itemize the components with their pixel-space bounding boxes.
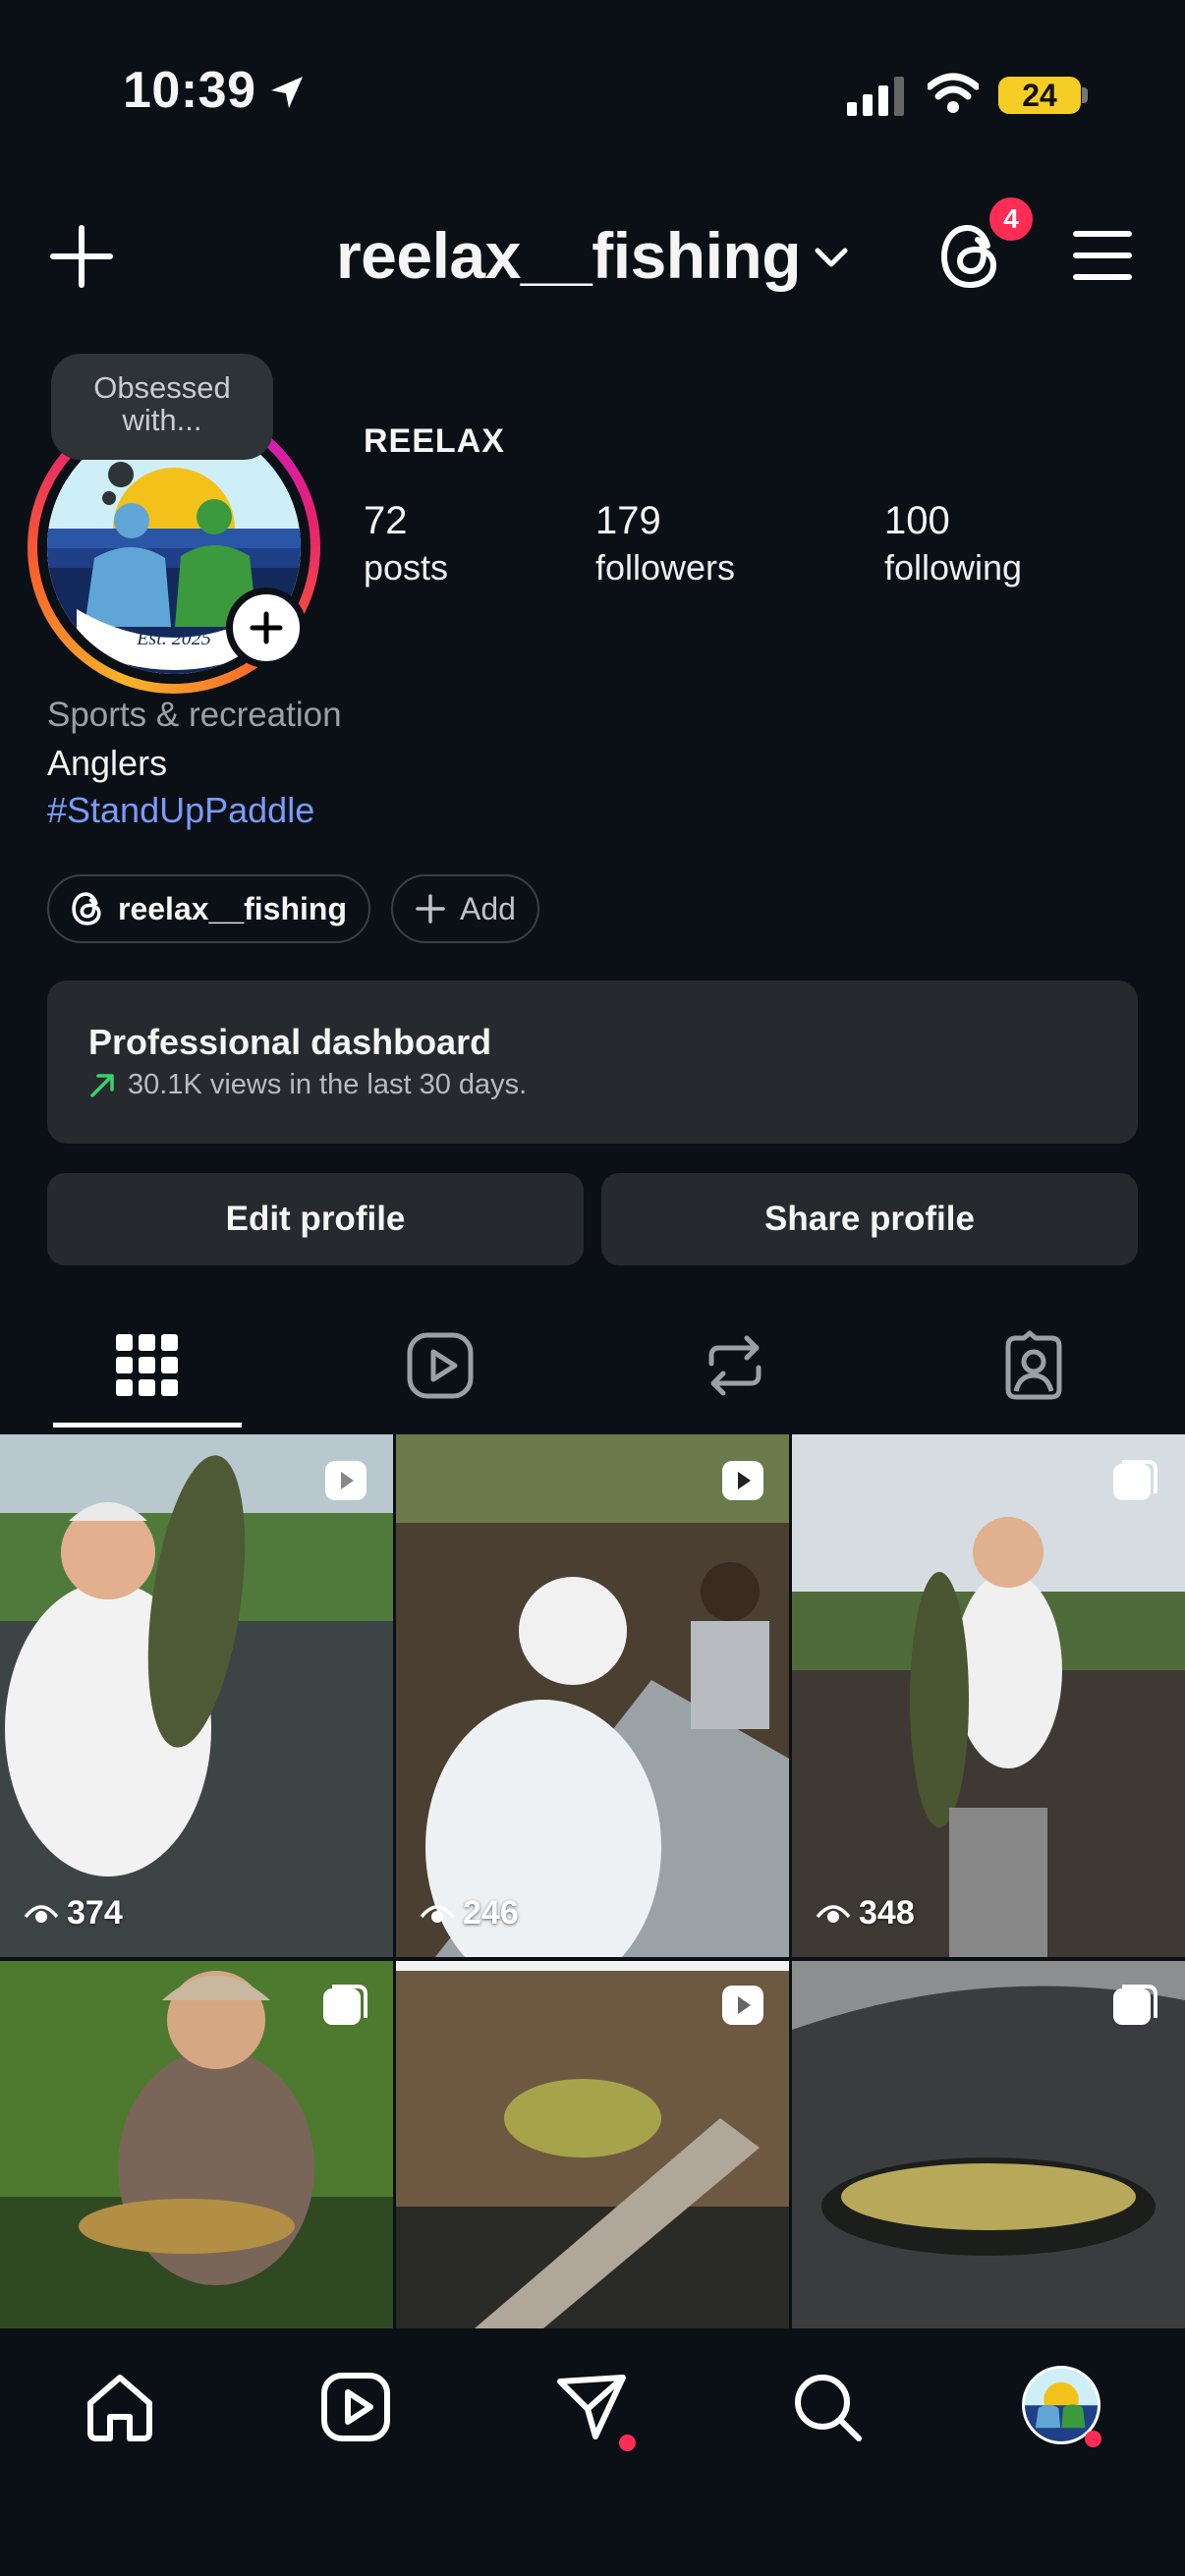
stat-value: 100: [884, 499, 950, 542]
stat-label: posts: [364, 547, 449, 588]
bio-text: Anglers: [47, 743, 168, 783]
add-link-pill[interactable]: Add: [391, 874, 539, 943]
display-name: REELAX: [364, 422, 505, 460]
stat-label: followers: [595, 547, 736, 588]
battery-indicator: 24: [998, 77, 1081, 114]
wifi-icon: [928, 73, 979, 113]
reel-indicator-icon: [722, 1461, 763, 1500]
profile-username[interactable]: reelax__fishing: [336, 218, 802, 293]
notification-badge: 4: [985, 193, 1038, 246]
reposts-tab-icon[interactable]: [700, 1330, 770, 1401]
dashboard-subtitle: 30.1K views in the last 30 days.: [128, 1069, 528, 1100]
carousel-indicator-icon: [1113, 1985, 1157, 2025]
stat-posts[interactable]: 72 posts: [364, 499, 448, 588]
location-arrow-icon: [271, 77, 303, 108]
stat-value: 72: [364, 499, 408, 542]
share-profile-button[interactable]: Share profile: [601, 1173, 1138, 1265]
post-thumbnail-image: [396, 1434, 789, 1957]
stat-following[interactable]: 100 following: [884, 499, 1022, 588]
carousel-indicator-icon: [1113, 1460, 1157, 1500]
profile-notification-dot: [1085, 2431, 1101, 2447]
eye-icon: [24, 1904, 59, 1923]
reels-tab-icon[interactable]: [405, 1330, 476, 1401]
grid-icon[interactable]: [112, 1330, 183, 1401]
status-time: 10:39: [123, 62, 256, 119]
plus-icon: [250, 611, 283, 644]
messages-icon[interactable]: [554, 2370, 629, 2444]
post-view-count: 246: [420, 1894, 519, 1932]
stat-followers[interactable]: 179 followers: [595, 499, 735, 588]
home-icon[interactable]: [83, 2370, 157, 2444]
post-thumbnail-image: [0, 1434, 393, 1957]
threads-pill-label: reelax__fishing: [118, 890, 347, 926]
profile-category: Sports & recreation: [47, 696, 342, 734]
note-bubble[interactable]: Obsessed with...: [51, 354, 273, 460]
carousel-indicator-icon: [323, 1985, 367, 2025]
add-pill-label: Add: [460, 890, 516, 926]
reel-indicator-icon: [325, 1461, 367, 1500]
grid-post[interactable]: [792, 1434, 1185, 1957]
create-plus-icon[interactable]: [49, 224, 114, 289]
trend-up-arrow-icon: [90, 1073, 114, 1097]
menu-hamburger-icon[interactable]: [1073, 228, 1132, 283]
search-icon[interactable]: [790, 2370, 865, 2444]
chevron-down-icon[interactable]: [812, 243, 851, 272]
battery-tip: [1082, 87, 1088, 103]
view-count: 374: [67, 1894, 123, 1932]
dashboard-title: Professional dashboard: [88, 1022, 492, 1062]
note-bubble-tail: [108, 462, 134, 487]
reel-indicator-icon: [722, 1986, 763, 2025]
bio-hashtag-link[interactable]: #StandUpPaddle: [47, 790, 314, 831]
post-view-count: 348: [816, 1894, 915, 1932]
stat-value: 179: [595, 499, 661, 542]
threads-icon: [72, 892, 101, 925]
cellular-signal-icon: [847, 77, 904, 116]
view-count: 348: [859, 1894, 915, 1932]
plus-icon: [416, 894, 445, 924]
professional-dashboard-card[interactable]: Professional dashboard 30.1K views in th…: [47, 980, 1138, 1144]
add-story-button[interactable]: [226, 588, 307, 668]
logo-text: Est. 2025: [136, 628, 211, 649]
grid-post[interactable]: [0, 1434, 393, 1957]
eye-icon: [420, 1904, 455, 1923]
edit-profile-button[interactable]: Edit profile: [47, 1173, 584, 1265]
messages-unread-dot: [619, 2435, 636, 2451]
tagged-tab-icon[interactable]: [998, 1330, 1069, 1401]
active-tab-indicator: [53, 1423, 242, 1428]
view-count: 246: [463, 1894, 519, 1932]
grid-post[interactable]: [396, 1434, 789, 1957]
bottom-navigation: [0, 2328, 1185, 2576]
post-view-count: 374: [24, 1894, 123, 1932]
threads-profile-pill[interactable]: reelax__fishing: [47, 874, 370, 943]
note-bubble-tail-small: [102, 491, 116, 505]
avatar-image: [1025, 2369, 1098, 2441]
stat-label: following: [884, 547, 1023, 588]
post-thumbnail-image: [792, 1434, 1185, 1957]
eye-icon: [816, 1904, 851, 1923]
reels-icon[interactable]: [318, 2370, 393, 2444]
